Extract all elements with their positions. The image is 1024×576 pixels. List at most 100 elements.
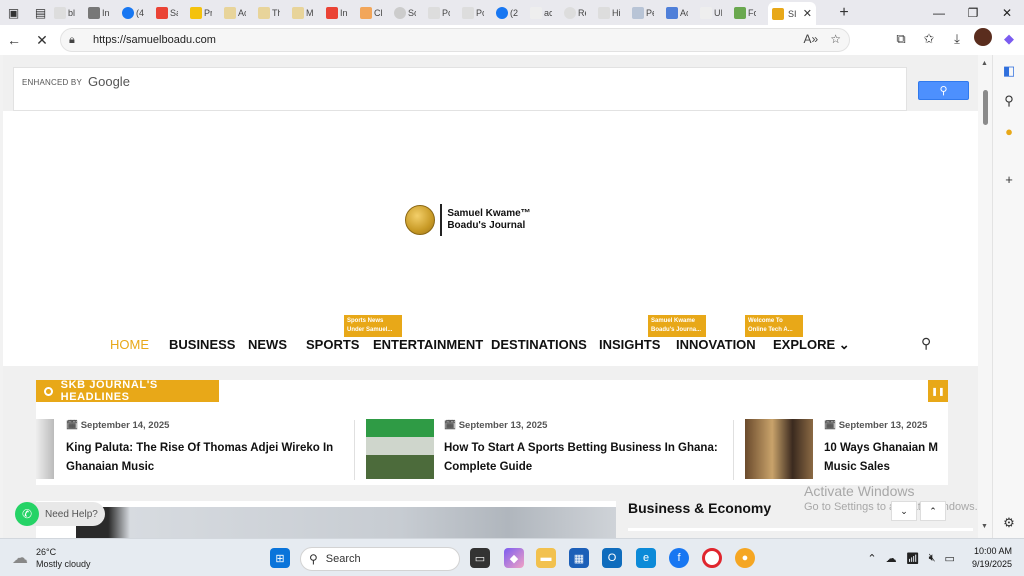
site-search-input[interactable]: ENHANCED BY Google	[13, 67, 907, 111]
extensions-icon[interactable]: ⧉	[890, 28, 912, 50]
tab[interactable]: (4	[122, 2, 144, 24]
headline-thumbnail[interactable]	[366, 419, 434, 479]
menu-badge-sports[interactable]: Sports News Under Samuel...	[344, 315, 402, 337]
headline-item[interactable]: 🗓︎ September 13, 2025 10 Ways Ghanaian M…	[824, 420, 944, 477]
favorite-star-icon[interactable]: ☆	[830, 32, 841, 46]
tab[interactable]: In	[88, 2, 110, 24]
store-icon[interactable]: ▦	[569, 548, 589, 568]
tab[interactable]: Pc	[428, 2, 450, 24]
calendar-icon: 🗓︎	[824, 420, 837, 431]
onedrive-cloud-icon[interactable]: ☁	[886, 552, 897, 565]
new-tab-button[interactable]: +	[832, 4, 856, 22]
page-icon	[360, 6, 372, 19]
workspaces-icon[interactable]: ▣	[0, 0, 27, 25]
back-button[interactable]: ←	[0, 26, 28, 54]
menu-insights[interactable]: INSIGHTS	[599, 337, 660, 352]
tab[interactable]: Pe	[632, 2, 654, 24]
minimize-icon[interactable]: —	[922, 0, 956, 25]
scroll-up-arrow-icon[interactable]: ▲	[981, 60, 988, 67]
tab[interactable]: M	[292, 2, 314, 24]
menu-innovation[interactable]: INNOVATION	[676, 337, 756, 352]
opera-icon[interactable]	[702, 548, 722, 568]
lock-icon[interactable]: 🔒︎	[69, 34, 85, 47]
page-scrollbar[interactable]: ▲ ▼	[978, 55, 992, 538]
tab[interactable]: Pr	[190, 2, 212, 24]
task-view-icon[interactable]: ▭	[470, 548, 490, 568]
url-text[interactable]: https://samuelboadu.com	[93, 34, 216, 46]
tab[interactable]: bl	[54, 2, 76, 24]
settings-gear-icon[interactable]: ⚙	[1001, 515, 1017, 531]
headline-thumbnail[interactable]	[745, 419, 813, 479]
menu-badge-insights[interactable]: Samuel Kwame Boadu's Journa...	[648, 315, 706, 337]
menu-news[interactable]: NEWS	[248, 337, 287, 352]
site-logo[interactable]: Samuel Kwame™ Boadu's Journal	[388, 140, 548, 300]
whatsapp-help-button[interactable]: ✆ Need Help?	[15, 502, 105, 526]
tab[interactable]: Pc	[462, 2, 484, 24]
show-hidden-icons-icon[interactable]: ⌃	[867, 552, 876, 565]
tab[interactable]: Sc	[394, 2, 416, 24]
sidebar-search-icon[interactable]: ⚲	[1001, 93, 1017, 109]
close-icon[interactable]: ✕	[803, 7, 812, 20]
tab[interactable]: In	[326, 2, 348, 24]
tab[interactable]: UI	[700, 2, 722, 24]
copilot-icon[interactable]: ◆	[998, 28, 1020, 50]
tab[interactable]: ac	[530, 2, 552, 24]
tab-active[interactable]: SI ✕	[768, 2, 816, 25]
headline-item[interactable]: 🗓︎ September 13, 2025 How To Start A Spo…	[444, 420, 729, 477]
menu-explore[interactable]: EXPLORE ⌄	[773, 337, 850, 353]
tab[interactable]: Sa	[156, 2, 178, 24]
tab[interactable]: Fo	[734, 2, 756, 24]
shopping-icon[interactable]: ◧	[1001, 63, 1017, 79]
menu-search-icon[interactable]: ⚲	[921, 335, 931, 352]
scroll-down-arrow-icon[interactable]: ▼	[981, 523, 988, 530]
section-underline	[628, 528, 973, 531]
tab[interactable]: Hi	[598, 2, 620, 24]
taskbar-search[interactable]: ⚲ Search	[300, 547, 460, 571]
favorites-icon[interactable]: ✩	[918, 28, 940, 50]
address-bar[interactable]: 🔒︎ https://samuelboadu.com A» ☆	[60, 28, 850, 52]
menu-badge-innovation[interactable]: Welcome To Online Tech A...	[745, 315, 803, 337]
downloads-icon[interactable]: ⤓	[946, 28, 968, 50]
headline-item[interactable]: 🗓︎ September 14, 2025 King Paluta: The R…	[66, 420, 336, 477]
wifi-icon[interactable]: 📶︎	[906, 552, 920, 565]
stop-loading-button[interactable]: ✕	[28, 26, 56, 54]
edge-sidebar: ◧ ⚲ ● + ⚙	[992, 55, 1024, 538]
chrome-canary-icon[interactable]: ●	[735, 548, 755, 568]
add-sidebar-icon[interactable]: +	[1001, 171, 1017, 187]
file-explorer-icon[interactable]: ▬	[536, 548, 556, 568]
menu-entertainment[interactable]: ENTERTAINMENT	[373, 337, 483, 352]
site-search-button[interactable]: ⚲	[918, 81, 969, 100]
facebook-icon[interactable]: f	[669, 548, 689, 568]
outlook-icon[interactable]: O	[602, 548, 622, 568]
tab[interactable]: Ac	[666, 2, 688, 24]
menu-destinations[interactable]: DESTINATIONS	[491, 337, 587, 352]
tab[interactable]: Ac	[224, 2, 246, 24]
edge-icon[interactable]: e	[636, 548, 656, 568]
menu-home[interactable]: HOME	[110, 337, 149, 352]
restore-icon[interactable]: ❐	[956, 0, 990, 25]
scrollbar-thumb[interactable]	[983, 90, 988, 125]
tab-actions-icon[interactable]: ▤	[27, 0, 54, 25]
main-menu: HOME BUSINESS NEWS SPORTS ENTERTAINMENT …	[3, 317, 992, 365]
pause-icon[interactable]: ❚❚	[928, 380, 948, 402]
tab[interactable]: Cl	[360, 2, 382, 24]
copilot-icon[interactable]: ◆	[504, 548, 524, 568]
battery-icon[interactable]: ▭	[945, 552, 955, 565]
carousel-up-button[interactable]: ⌃	[920, 501, 946, 521]
profile-avatar[interactable]	[974, 28, 992, 46]
tab[interactable]: Th	[258, 2, 280, 24]
featured-image[interactable]	[36, 501, 616, 538]
close-window-icon[interactable]: ✕	[990, 0, 1024, 25]
extension-icon[interactable]: ●	[1001, 123, 1017, 139]
menu-business[interactable]: BUSINESS	[169, 337, 235, 352]
tab[interactable]: Re	[564, 2, 586, 24]
headline-thumbnail[interactable]	[36, 419, 54, 479]
windows-start-icon[interactable]: ⊞	[270, 548, 290, 568]
clock[interactable]: 10:00 AM 9/19/2025	[972, 545, 1012, 571]
weather-widget[interactable]: ☁ 26°C Mostly cloudy	[12, 546, 91, 570]
tab[interactable]: (2	[496, 2, 518, 24]
menu-sports[interactable]: SPORTS	[306, 337, 359, 352]
read-aloud-icon[interactable]: A»	[804, 32, 819, 46]
carousel-down-button[interactable]: ⌄	[891, 501, 917, 521]
volume-mute-icon[interactable]: 🔇︎	[929, 552, 936, 565]
